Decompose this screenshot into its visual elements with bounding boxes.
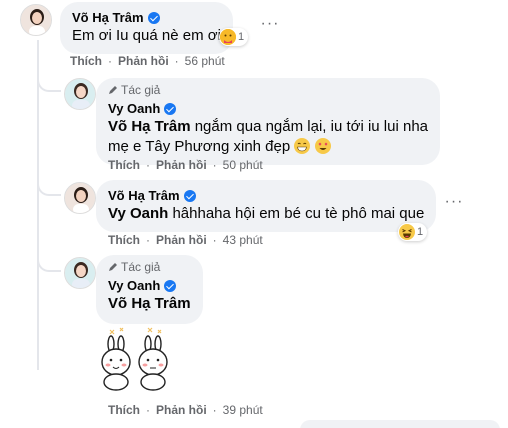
avatar[interactable] (64, 78, 96, 110)
like-button[interactable]: Thích (108, 233, 140, 247)
avatar[interactable] (64, 182, 96, 214)
more-options-icon[interactable]: ··· (444, 192, 464, 212)
reply-button[interactable]: Phản hồi (118, 54, 169, 68)
author-badge: Tác giả (121, 83, 161, 97)
haha-emoji-icon (399, 224, 415, 240)
comment-author[interactable]: Vy Oanh (108, 277, 160, 294)
reaction-badge[interactable]: 1 (398, 223, 428, 241)
mention-link[interactable]: Vy Oanh (108, 205, 168, 222)
like-button[interactable]: Thích (108, 403, 140, 417)
comment-bubble: Võ Hạ Trâm Em ơi Iu quá nè em ơi (60, 2, 233, 54)
timestamp[interactable]: 43 phút (223, 233, 263, 247)
care-emoji-icon (220, 29, 236, 45)
comment-author[interactable]: Vy Oanh (108, 100, 160, 117)
verified-badge-icon (164, 102, 177, 115)
mention-link[interactable]: Võ Hạ Trâm (108, 295, 191, 312)
more-options-icon[interactable]: ··· (260, 14, 280, 34)
reply-button[interactable]: Phản hồi (156, 233, 207, 247)
heart-eyes-emoji-icon (314, 138, 331, 154)
timestamp[interactable]: 39 phút (223, 403, 263, 417)
thread-line (37, 40, 39, 370)
verified-badge-icon (147, 11, 160, 24)
comment-actions: Thích · Phản hồi · 43 phút (108, 233, 263, 247)
comment-text: Võ Hạ Trâm ngắm qua ngắm lại, iu tới iu … (108, 118, 429, 135)
two-bunnies-sticker[interactable] (96, 322, 176, 392)
comment-text-line2: mẹ e Tây Phương xinh đẹp (108, 137, 428, 157)
timestamp[interactable]: 56 phút (185, 54, 225, 68)
comment-actions: Thích · Phản hồi · 56 phút (70, 54, 225, 68)
timestamp[interactable]: 50 phút (223, 158, 263, 172)
like-button[interactable]: Thích (70, 54, 102, 68)
verified-badge-icon (183, 189, 196, 202)
comment-author[interactable]: Võ Hạ Trâm (72, 9, 144, 26)
comment-text: Em ơi Iu quá nè em ơi (72, 27, 221, 44)
author-badge: Tác giả (121, 260, 161, 274)
reaction-count: 1 (417, 226, 424, 238)
reply-button[interactable]: Phản hồi (156, 158, 207, 172)
avatar[interactable] (64, 257, 96, 289)
comment-actions: Thích · Phản hồi · 50 phút (108, 158, 263, 172)
reply-button[interactable]: Phản hồi (156, 403, 207, 417)
thread-curve (37, 250, 61, 272)
thread-curve (37, 70, 61, 92)
verified-badge-icon (164, 279, 177, 292)
pen-icon (109, 86, 117, 94)
like-button[interactable]: Thích (108, 158, 140, 172)
comment-bubble: Tác giả Vy Oanh Võ Hạ Trâm ngắm qua ngắm… (96, 78, 441, 165)
avatar[interactable] (20, 4, 52, 36)
comment-text: Vy Oanh hâhhaha hội em bé cu tè phô mai … (108, 205, 425, 222)
comment-bubble: Võ Hạ Trâm Vy Oanh hâhhaha hội em bé cu … (96, 180, 437, 232)
thread-curve (37, 174, 61, 196)
mention-link[interactable]: Võ Hạ Trâm (108, 118, 191, 135)
pen-icon (109, 263, 117, 271)
comment-bubble: Tác giả Vy Oanh Võ Hạ Trâm (96, 255, 203, 324)
reaction-badge[interactable]: 1 (219, 28, 249, 46)
comment-actions: Thích · Phản hồi · 39 phút (108, 403, 263, 417)
reaction-count: 1 (238, 31, 245, 43)
comment-author[interactable]: Võ Hạ Trâm (108, 187, 180, 204)
next-comment-bubble (300, 420, 500, 428)
grin-emoji-icon (294, 138, 311, 154)
